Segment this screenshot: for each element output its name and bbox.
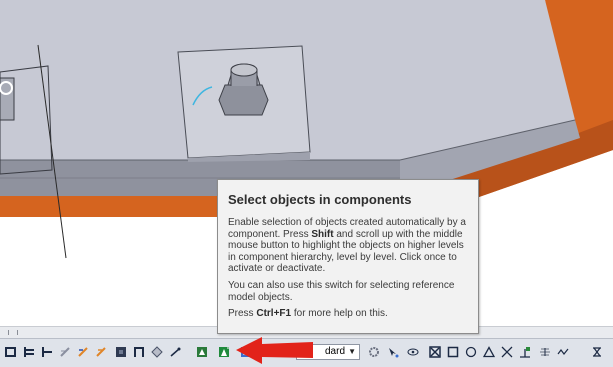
selection-filter-value: dard [325, 346, 346, 357]
select-grid-icon[interactable] [168, 345, 182, 359]
select-part-icon[interactable] [40, 345, 54, 359]
snap-x-icon[interactable] [590, 345, 604, 359]
select-weld-icon[interactable] [76, 345, 90, 359]
select-object-icon[interactable] [22, 345, 36, 359]
select-component-icon[interactable] [132, 345, 146, 359]
snap-circle-icon[interactable] [464, 345, 478, 359]
snap-perpendicular-icon[interactable] [518, 345, 532, 359]
dropdown-arrow-icon: ▼ [348, 347, 356, 356]
tooltip-select-objects-in-components: Select objects in components Enable sele… [217, 179, 479, 334]
snap-line-extension-icon[interactable] [538, 345, 552, 359]
tooltip-title: Select objects in components [228, 192, 412, 207]
snap-geometry-icon[interactable] [428, 345, 442, 359]
selection-filter-dropdown[interactable]: dard ▼ [296, 344, 360, 360]
select-assembly-icon[interactable] [4, 345, 18, 359]
selection-snap-toolbar: dard ▼ [0, 338, 613, 367]
snap-point-icon[interactable] [386, 345, 400, 359]
select-bolt-icon[interactable] [58, 345, 72, 359]
select-objects-in-components-icon[interactable] [217, 345, 231, 359]
select-point-icon[interactable] [195, 345, 209, 359]
snap-free-icon[interactable] [556, 345, 570, 359]
tooltip-help-hint: Press Ctrl+F1 for more help on this. [228, 308, 388, 320]
snap-reference-lines-icon[interactable] [406, 345, 420, 359]
select-rebar-icon[interactable] [94, 345, 108, 359]
snap-intersection-icon[interactable] [500, 345, 514, 359]
snap-square-icon[interactable] [446, 345, 460, 359]
tooltip-reference-note: You can also use this switch for selecti… [228, 279, 455, 303]
select-component-objects-icon[interactable] [239, 345, 253, 359]
snap-settings-icon[interactable] [367, 345, 381, 359]
tooltip-description: Enable selection of objects created auto… [228, 217, 466, 275]
snap-triangle-icon[interactable] [482, 345, 496, 359]
select-cut-icon[interactable] [114, 345, 128, 359]
select-surface-icon[interactable] [150, 345, 164, 359]
scrollbar-grip[interactable] [8, 330, 18, 335]
